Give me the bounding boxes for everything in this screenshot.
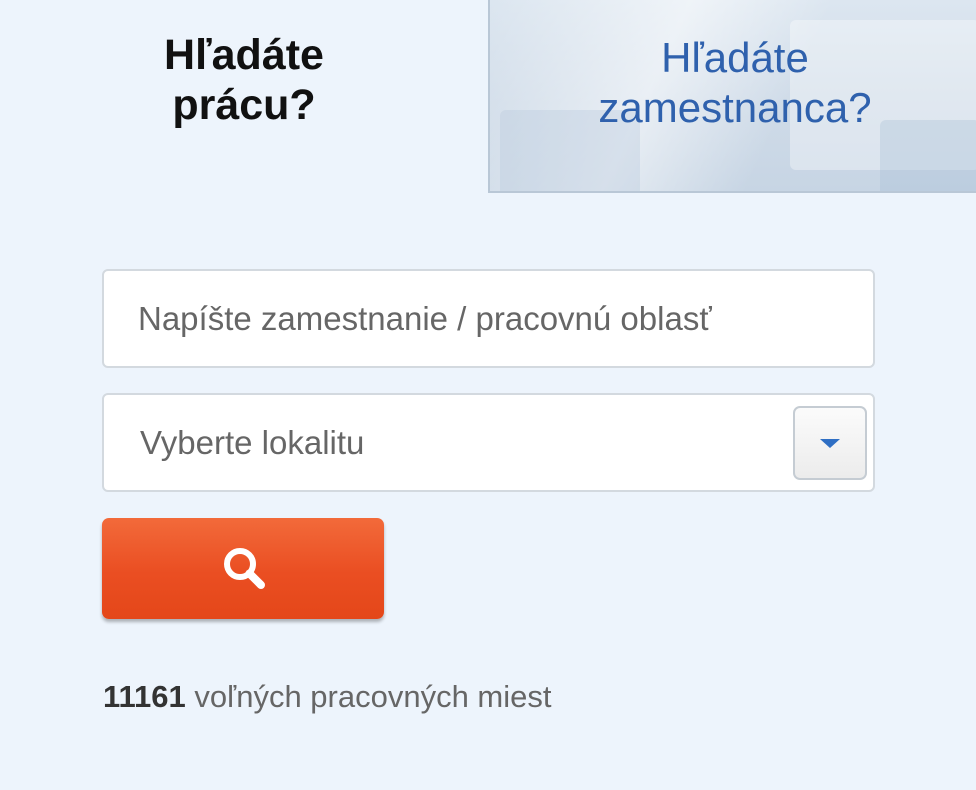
tab-employer-label: Hľadáte zamestnanca? [490,33,976,133]
tab-employer-line2: zamestnanca? [598,84,872,131]
job-count-label: voľných pracovných miest [194,679,552,714]
job-count-text: 11161 voľných pracovných miest [103,677,552,717]
tab-job-seeker-label: Hľadáte prácu? [0,30,488,130]
job-search-field [102,269,875,368]
location-placeholder: Vyberte lokalitu [140,424,365,461]
tab-job-seeker-line1: Hľadáte [164,31,324,79]
search-tabs: Hľadáte prácu? Hľadáte zamestnanca? [0,0,976,195]
tab-job-seeker-line2: prácu? [172,81,316,129]
caret-down-icon [820,439,840,448]
job-search-input[interactable] [138,271,828,366]
search-icon [224,548,265,589]
tab-job-seeker[interactable]: Hľadáte prácu? [0,0,488,195]
job-count-number: 11161 [103,679,186,714]
location-dropdown-button[interactable] [793,406,867,480]
tab-employer[interactable]: Hľadáte zamestnanca? [488,0,976,193]
tab-employer-line1: Hľadáte [661,34,809,81]
location-select[interactable]: Vyberte lokalitu [102,393,875,492]
search-button[interactable] [102,518,384,619]
